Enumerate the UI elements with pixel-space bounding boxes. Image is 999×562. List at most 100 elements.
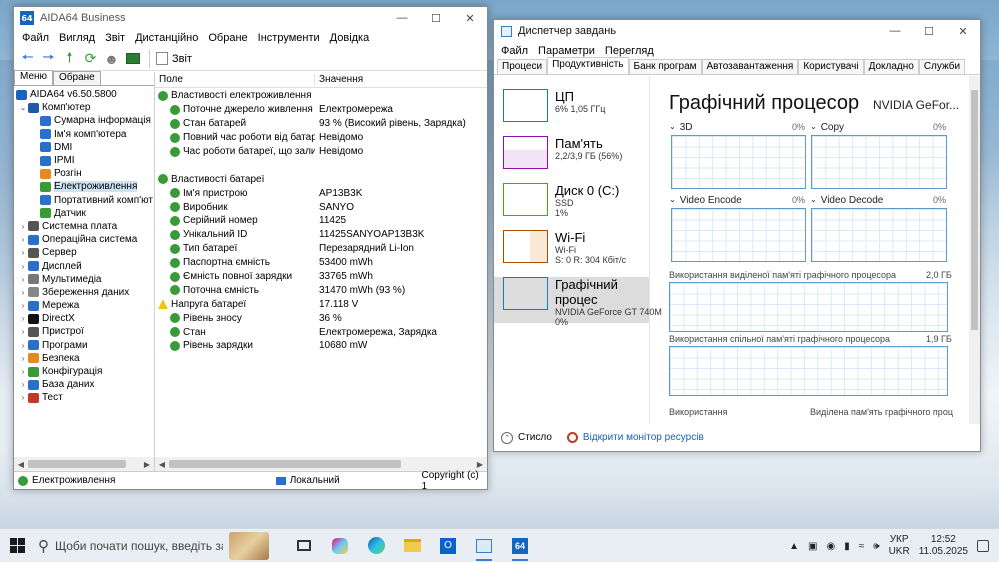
- table-row[interactable]: Паспортна ємність 53400 mWh: [155, 256, 487, 270]
- resource-item[interactable]: Пам'ять 2,2/3,9 ГБ (56%): [494, 136, 649, 182]
- back-arrow-icon[interactable]: 🠔: [17, 49, 38, 69]
- close-icon[interactable]: ✕: [453, 7, 487, 29]
- language-indicator[interactable]: УКР UKR: [889, 534, 910, 558]
- table-row[interactable]: Ім'я пристрою AP13B3K: [155, 186, 487, 200]
- menu-item[interactable]: Довідка: [325, 32, 375, 44]
- battery-icon[interactable]: ▮: [844, 541, 850, 552]
- tree-item[interactable]: › Збереження даних: [14, 286, 154, 299]
- tree-item[interactable]: DMI: [14, 141, 154, 154]
- tree-item[interactable]: › База даних: [14, 378, 154, 391]
- task-view-icon[interactable]: [286, 529, 322, 562]
- wifi-icon[interactable]: ≈: [859, 541, 865, 552]
- chevron-right-icon[interactable]: ›: [18, 314, 28, 323]
- edge-icon[interactable]: [358, 529, 394, 562]
- tree-item[interactable]: › Мережа: [14, 299, 154, 312]
- menu-item[interactable]: Звіт: [100, 32, 130, 44]
- tab[interactable]: Автозавантаження: [701, 59, 799, 74]
- tab-favorites[interactable]: Обране: [53, 71, 101, 85]
- tree-item[interactable]: › Безпека: [14, 352, 154, 365]
- table-row[interactable]: Повний час роботи від батареї Невідомо: [155, 131, 487, 145]
- resource-item[interactable]: Диск 0 (C:) SSD 1%: [494, 183, 649, 229]
- open-resource-monitor-link[interactable]: Відкрити монітор ресурсів: [583, 432, 704, 443]
- table-row[interactable]: Виробник SANYO: [155, 200, 487, 214]
- scroll-thumb[interactable]: [169, 460, 401, 468]
- chevron-right-icon[interactable]: ›: [18, 248, 28, 257]
- task-manager-window[interactable]: Диспетчер завдань — ☐ ✕ Файл Параметри Пер…: [493, 19, 981, 452]
- copilot-icon[interactable]: [322, 529, 358, 562]
- chevron-down-icon[interactable]: ⌄: [18, 103, 28, 112]
- tree-item[interactable]: › Системна плата: [14, 220, 154, 233]
- tree-item[interactable]: Електроживлення: [14, 180, 154, 193]
- file-explorer-icon[interactable]: [394, 529, 430, 562]
- engine-3d-label[interactable]: ⌄ 3D 0%: [669, 122, 805, 133]
- scroll-left-icon[interactable]: ◀: [155, 460, 169, 469]
- scroll-left-icon[interactable]: ◀: [14, 460, 28, 469]
- volume-icon[interactable]: 🕪: [873, 541, 879, 552]
- report-button[interactable]: Звіт: [156, 52, 192, 65]
- chevron-up-icon[interactable]: ▲: [789, 541, 799, 552]
- chevron-right-icon[interactable]: ›: [18, 288, 28, 297]
- aida-titlebar[interactable]: 64 AIDA64 Business — ☐ ✕: [14, 7, 487, 29]
- minimize-icon[interactable]: —: [878, 20, 912, 42]
- column-value[interactable]: Значення: [315, 74, 363, 85]
- group-header[interactable]: Властивості батареї: [155, 172, 487, 186]
- gpu-panel-scrollbar[interactable]: [969, 76, 980, 424]
- chevron-right-icon[interactable]: ›: [18, 380, 28, 389]
- menu-item[interactable]: Інструменти: [253, 32, 325, 44]
- fewer-details-button[interactable]: Стисло: [518, 432, 552, 443]
- table-row[interactable]: Ємність повної зарядки 33765 mWh: [155, 270, 487, 284]
- tab[interactable]: Служби: [918, 59, 966, 74]
- minimize-icon[interactable]: —: [385, 7, 419, 29]
- table-row[interactable]: Стан Електромережа, Зарядка: [155, 325, 487, 339]
- chevron-right-icon[interactable]: ›: [18, 275, 28, 284]
- chevron-right-icon[interactable]: ›: [18, 262, 28, 271]
- tree-item[interactable]: › Тест: [14, 391, 154, 404]
- tree-hscrollbar[interactable]: ◀ ▶: [14, 457, 154, 471]
- scroll-right-icon[interactable]: ▶: [473, 460, 487, 469]
- table-row[interactable]: Поточна ємність 31470 mWh (93 %): [155, 283, 487, 297]
- menu-item[interactable]: Дистанційно: [130, 32, 203, 44]
- tab[interactable]: Банк програм: [628, 59, 702, 74]
- table-row[interactable]: Рівень зносу 36 %: [155, 311, 487, 325]
- tree-item[interactable]: › Мультимедіа: [14, 273, 154, 286]
- menu-item[interactable]: Обране: [203, 32, 252, 44]
- chevron-right-icon[interactable]: ›: [18, 393, 28, 402]
- meet-now-icon[interactable]: ◉: [827, 541, 836, 552]
- tree-item[interactable]: Ім'я комп'ютера: [14, 128, 154, 141]
- resource-item[interactable]: Wi-Fi Wi-Fi S: 0 R: 304 Кбіт/с: [494, 230, 649, 276]
- tree-item[interactable]: Датчик: [14, 207, 154, 220]
- scroll-thumb[interactable]: [28, 460, 126, 468]
- chevron-right-icon[interactable]: ›: [18, 222, 28, 231]
- tm-titlebar[interactable]: Диспетчер завдань — ☐ ✕: [494, 20, 980, 42]
- table-row[interactable]: Поточне джерело живлення Електромережа: [155, 103, 487, 117]
- tree-item[interactable]: Портативний комп'ют: [14, 194, 154, 207]
- resource-item[interactable]: ЦП 6% 1,05 ГГц: [494, 89, 649, 135]
- notifications-icon[interactable]: [977, 540, 989, 552]
- group-header[interactable]: Властивості електроживлення: [155, 89, 487, 103]
- start-button[interactable]: [0, 538, 34, 553]
- table-row[interactable]: Рівень зарядки 10680 mW: [155, 339, 487, 353]
- scroll-thumb[interactable]: [971, 90, 978, 330]
- chevron-right-icon[interactable]: ›: [18, 367, 28, 376]
- engine-copy-label[interactable]: ⌄ Copy 0%: [810, 122, 946, 133]
- menu-item[interactable]: Перегляд: [600, 45, 659, 57]
- chevron-up-icon[interactable]: ⌃: [501, 431, 513, 444]
- tree-item[interactable]: Розгін: [14, 167, 154, 180]
- column-field[interactable]: Поле: [155, 74, 315, 85]
- scroll-right-icon[interactable]: ▶: [140, 460, 154, 469]
- table-row[interactable]: Серійний номер 11425: [155, 214, 487, 228]
- tab[interactable]: Докладно: [863, 59, 919, 74]
- task-manager-taskbar-icon[interactable]: [466, 529, 502, 562]
- refresh-icon[interactable]: ⟳: [80, 49, 101, 69]
- chevron-right-icon[interactable]: ›: [18, 235, 28, 244]
- table-row[interactable]: Тип батареї Перезарядний Li-Ion: [155, 242, 487, 256]
- up-arrow-icon[interactable]: 🠕: [59, 49, 80, 69]
- tree-item[interactable]: AIDA64 v6.50.5800: [14, 88, 154, 101]
- aida64-window[interactable]: 64 AIDA64 Business — ☐ ✕ Файл Вигляд Звіт Д…: [13, 6, 488, 492]
- tab[interactable]: Користувачі: [798, 59, 864, 74]
- tree-item[interactable]: › Конфігурація: [14, 365, 154, 378]
- chart-icon[interactable]: [122, 49, 143, 69]
- tree-item[interactable]: › Операційна система: [14, 233, 154, 246]
- tree-item[interactable]: › DirectX: [14, 312, 154, 325]
- outlook-icon[interactable]: O: [430, 529, 466, 562]
